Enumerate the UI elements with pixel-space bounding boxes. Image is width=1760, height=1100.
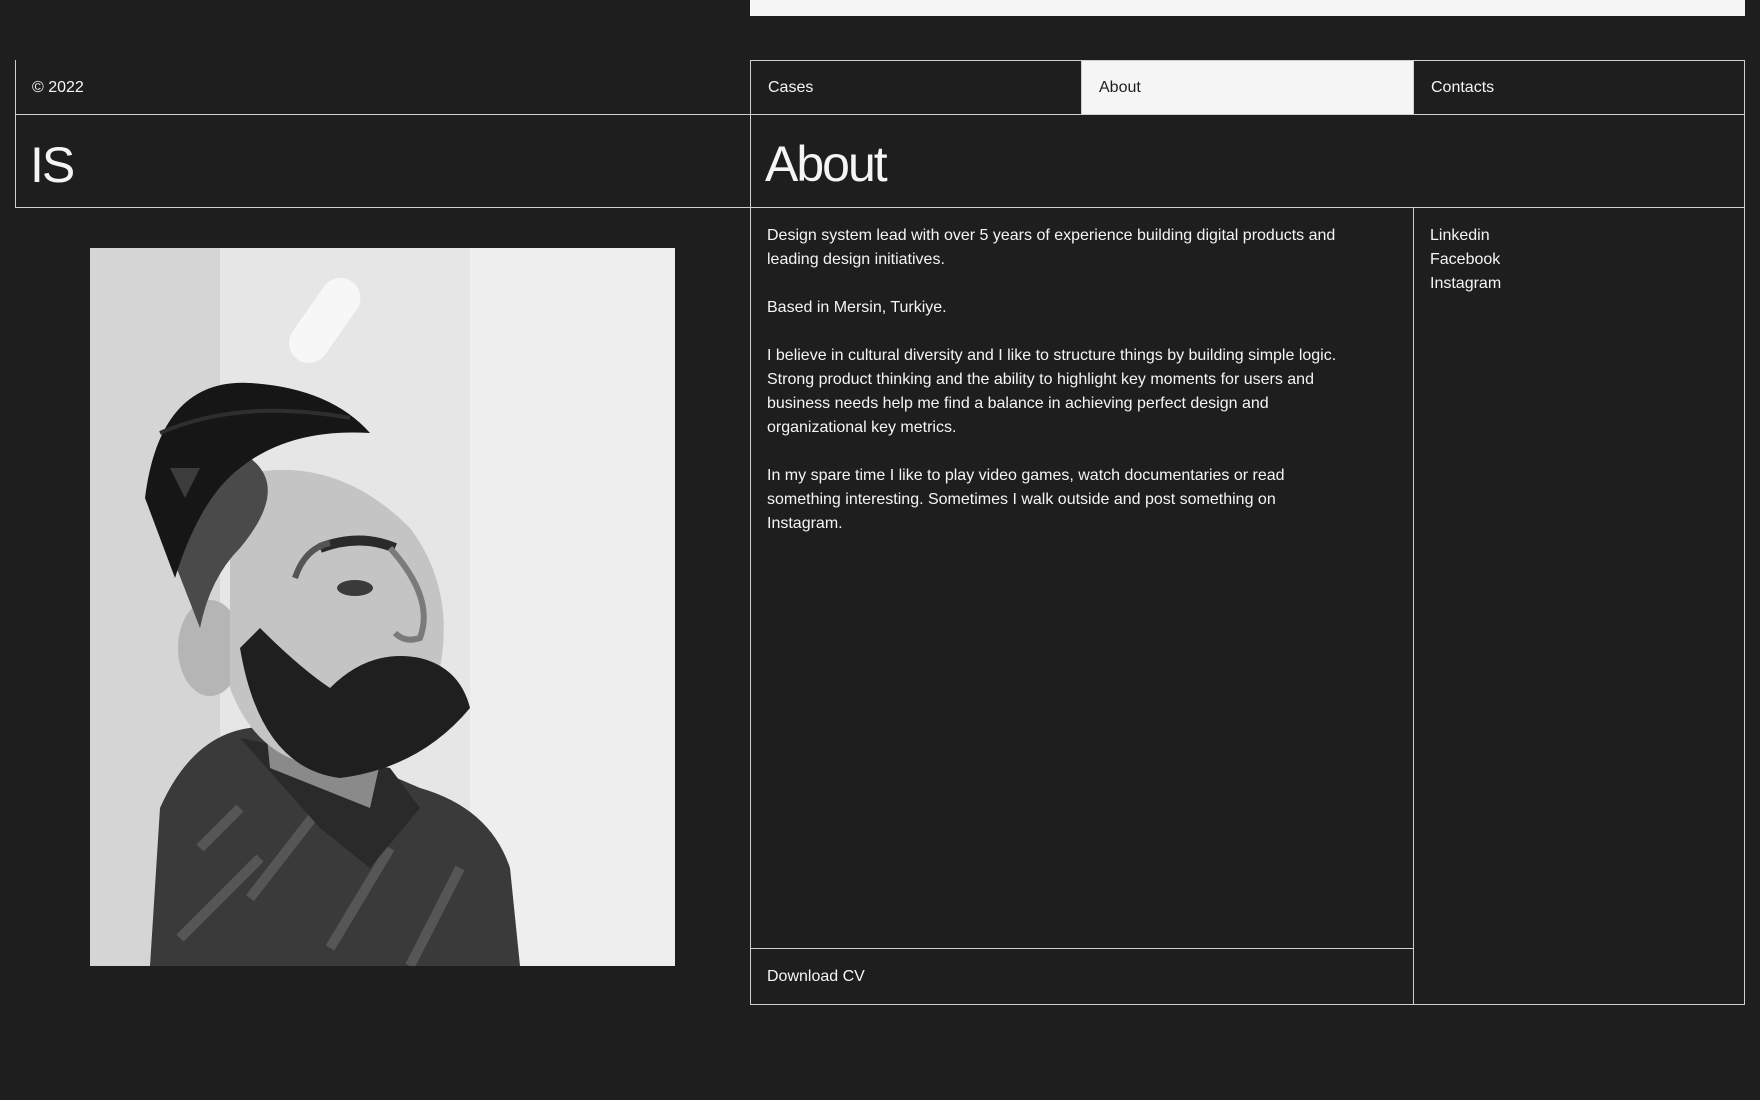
facebook-link[interactable]: Facebook [1430, 248, 1501, 272]
frame-line [15, 60, 16, 208]
frame-line [15, 207, 750, 208]
bio-paragraph: In my spare time I like to play video ga… [767, 467, 1285, 532]
bio-paragraph: Design system lead with over 5 years of … [767, 227, 1336, 268]
bio-paragraph: Based in Mersin, Turkiye. [767, 299, 947, 316]
top-bar [750, 0, 1745, 16]
frame-line [15, 114, 750, 115]
column-divider [1413, 207, 1414, 1005]
bio-text: Design system lead with over 5 years of … [767, 224, 1347, 560]
social-links: Linkedin Facebook Instagram [1430, 224, 1501, 296]
linkedin-link[interactable]: Linkedin [1430, 224, 1501, 248]
nav-tab-about[interactable]: About [1082, 61, 1413, 114]
page-title: About [765, 136, 888, 192]
nav-tab-contacts[interactable]: Contacts [1414, 61, 1744, 114]
profile-photo [90, 248, 675, 966]
nav-tab-cases[interactable]: Cases [751, 61, 1081, 114]
download-cv-link[interactable]: Download CV [767, 965, 865, 989]
logo[interactable]: IS [30, 135, 75, 195]
frame-line [750, 114, 1745, 115]
portrait-illustration [90, 248, 675, 966]
bio-paragraph: I believe in cultural diversity and I li… [767, 347, 1337, 436]
frame-line [750, 948, 1414, 949]
copyright: © 2022 [32, 79, 84, 96]
instagram-link[interactable]: Instagram [1430, 272, 1501, 296]
frame-line [750, 207, 1745, 208]
